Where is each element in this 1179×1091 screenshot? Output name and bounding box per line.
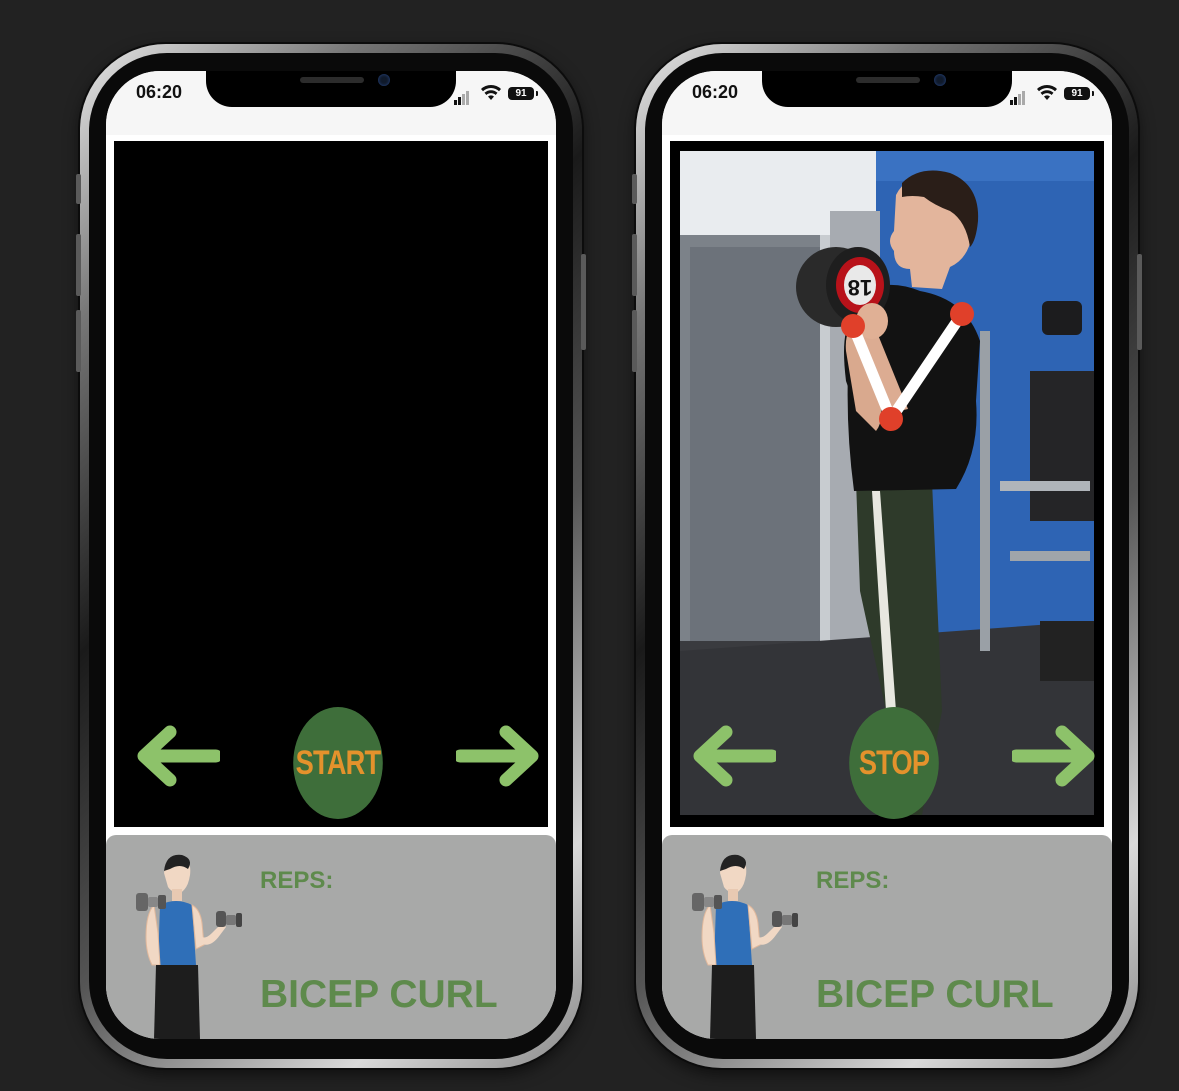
status-icons: 91 xyxy=(454,84,544,105)
app-screen: 06:20 91 xyxy=(662,71,1112,1039)
status-bar: 06:20 91 xyxy=(106,71,556,135)
earpiece-speaker xyxy=(300,77,364,83)
status-time: 06:20 xyxy=(692,82,739,102)
bicep-curl-figure-icon xyxy=(136,854,242,1039)
exercise-panel: REPS: BICEP CURL xyxy=(106,835,556,1039)
next-exercise-arrow-icon[interactable] xyxy=(456,724,542,788)
mute-switch xyxy=(632,174,637,204)
wifi-icon xyxy=(1037,85,1057,100)
mute-switch xyxy=(76,174,81,204)
start-button[interactable]: START xyxy=(293,707,383,819)
notch xyxy=(206,71,456,107)
camera-feed-live: 18 STOP xyxy=(670,141,1104,827)
power-button xyxy=(1137,254,1142,350)
status-icons: 91 xyxy=(1010,84,1100,105)
front-camera xyxy=(378,74,390,86)
shoulder-joint-marker xyxy=(950,302,974,326)
reps-label: REPS: xyxy=(260,867,334,894)
prev-exercise-arrow-icon[interactable] xyxy=(134,724,220,788)
earpiece-speaker xyxy=(856,77,920,83)
battery-tip xyxy=(536,91,538,96)
volume-up-button xyxy=(632,234,637,296)
exercise-name: BICEP CURL xyxy=(260,973,498,1016)
volume-down-button xyxy=(76,310,81,372)
camera-area: 18 STOP xyxy=(662,135,1112,835)
upper-arm-line xyxy=(885,308,968,425)
status-time: 06:20 xyxy=(136,82,183,102)
exercise-name: BICEP CURL xyxy=(816,973,1054,1016)
reps-label: REPS: xyxy=(816,867,890,894)
status-bar: 06:20 91 xyxy=(662,71,1112,135)
phone-mockup-left: 06:20 91 START REPS: BICEP CURL xyxy=(76,44,586,1068)
stop-button[interactable]: STOP xyxy=(849,707,939,819)
wifi-icon xyxy=(481,85,501,100)
prev-exercise-arrow-icon[interactable] xyxy=(690,724,776,788)
cellular-signal-icon xyxy=(1010,87,1026,105)
app-screen: 06:20 91 xyxy=(106,71,556,1039)
battery-tip xyxy=(1092,91,1094,96)
wrist-joint-marker xyxy=(841,314,865,338)
power-button xyxy=(581,254,586,350)
exercise-panel: REPS: BICEP CURL xyxy=(662,835,1112,1039)
elbow-joint-marker xyxy=(879,407,903,431)
front-camera xyxy=(934,74,946,86)
camera-feed-inactive: START xyxy=(114,141,548,827)
phone-mockup-right: 06:20 91 18 STOP REPS: BICEP CURL xyxy=(632,44,1142,1068)
next-exercise-arrow-icon[interactable] xyxy=(1012,724,1098,788)
camera-area: START xyxy=(106,135,556,835)
forearm-line xyxy=(847,320,897,425)
battery-icon: 91 xyxy=(508,87,534,100)
cellular-signal-icon xyxy=(454,87,470,105)
volume-up-button xyxy=(76,234,81,296)
volume-down-button xyxy=(632,310,637,372)
notch xyxy=(762,71,1012,107)
bicep-curl-figure-icon xyxy=(692,854,798,1039)
battery-icon: 91 xyxy=(1064,87,1090,100)
